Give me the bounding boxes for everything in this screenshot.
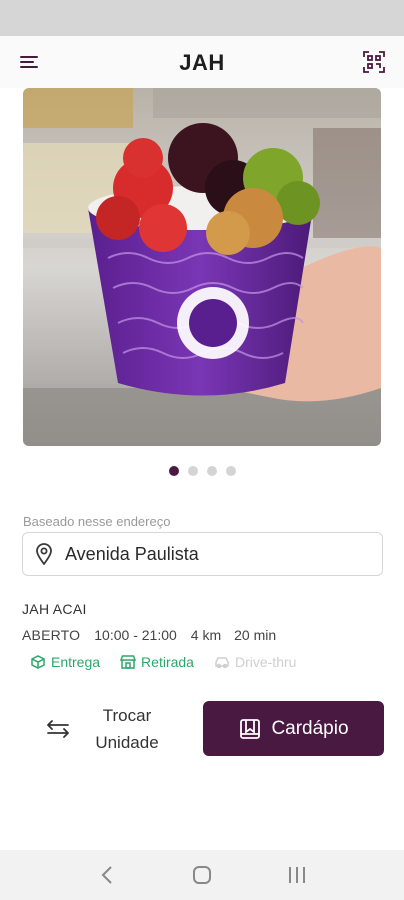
carousel-dot[interactable] [168,466,179,476]
carousel-dot[interactable] [187,466,198,476]
menu-button[interactable]: Cardápio [203,701,384,756]
store-icon [120,654,137,670]
store-hours: 10:00 - 21:00 [94,627,177,643]
status-bar [0,0,404,36]
back-icon [101,866,113,884]
service-label: Retirada [141,654,194,670]
swap-icon [46,717,70,741]
service-drive-thru: Drive-thru [214,654,296,670]
address-field[interactable]: Avenida Paulista [22,532,383,576]
box-icon [30,654,46,670]
delivery-time: 20 min [234,627,277,643]
nav-home-button[interactable] [182,855,222,895]
nav-recents-button[interactable] [277,855,317,895]
service-label: Entrega [51,654,101,670]
address-value: Avenida Paulista [65,543,199,564]
location-pin-icon [33,543,55,565]
service-label: Drive-thru [234,654,297,670]
store-name: JAH ACAI [22,601,87,617]
menu-button-label: Cardápio [271,717,349,739]
service-delivery: Entrega [30,654,100,670]
address-label: Baseado nesse endereço [23,514,171,529]
store-status: ABERTO [22,627,81,643]
store-info: ABERTO 10:00 - 21:00 4 km 20 min [22,627,276,643]
system-nav-bar [0,850,404,900]
switch-store-button[interactable]: Trocar Unidade [46,702,186,756]
qr-scan-icon [363,51,385,73]
home-icon [192,866,211,884]
menu-book-icon [238,717,262,741]
carousel-dot[interactable] [225,466,236,476]
app-header: JAH [0,36,404,88]
nav-back-button[interactable] [87,855,127,895]
store-distance: 4 km [190,627,222,643]
recents-icon [288,867,305,883]
hero-image[interactable] [23,88,381,446]
carousel-dot[interactable] [206,466,217,476]
service-pickup: Retirada [120,654,194,670]
qr-scan-button[interactable] [360,48,388,76]
service-options: Entrega Retirada Drive-thru [30,654,316,670]
car-icon [214,654,230,670]
app-title: JAH [179,50,225,75]
switch-store-label: Trocar Unidade [95,706,159,752]
carousel-dots [0,466,404,476]
